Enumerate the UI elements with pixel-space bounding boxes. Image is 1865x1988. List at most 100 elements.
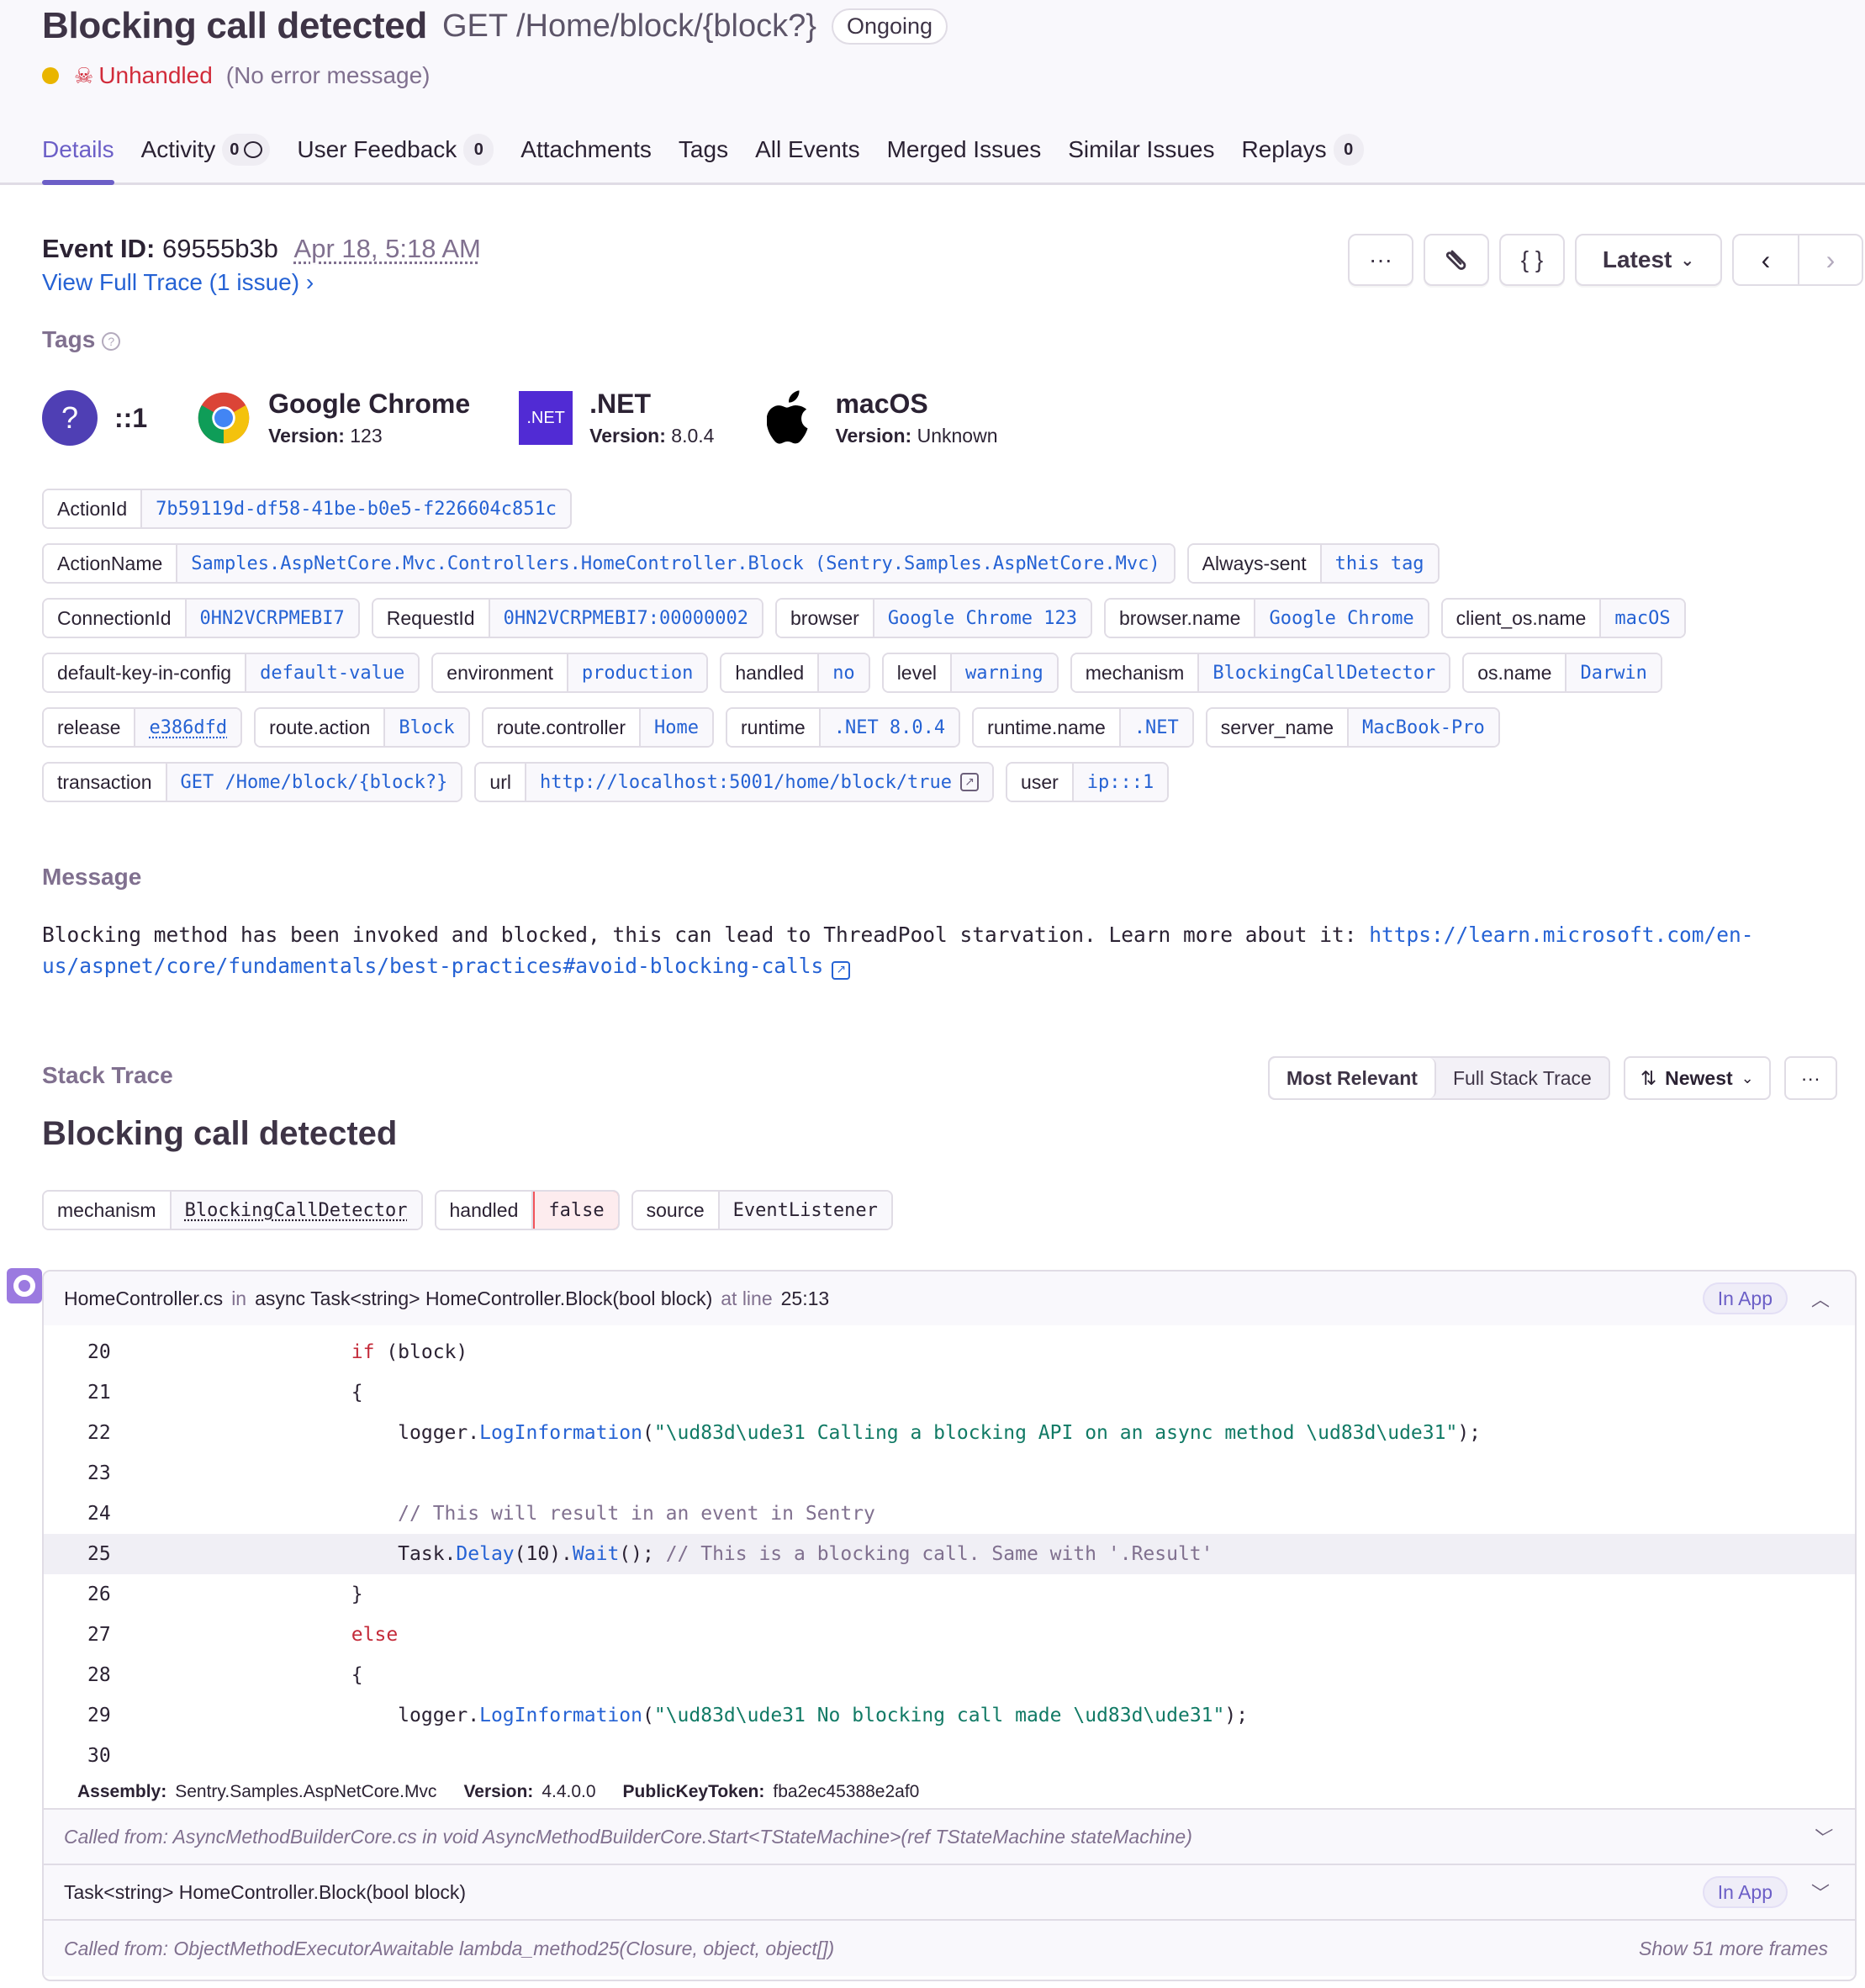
- tag-pill[interactable]: os.name Darwin: [1462, 653, 1662, 693]
- tag-value[interactable]: GET /Home/block/{block?}: [166, 764, 462, 801]
- context-browser: Google Chrome Version: 123: [196, 389, 470, 447]
- tag-value[interactable]: MacBook-Pro: [1349, 709, 1498, 746]
- external-link-icon[interactable]: ↗: [832, 960, 851, 980]
- context-user: ? ::1: [42, 390, 147, 446]
- tag-value[interactable]: ip:::1: [1073, 764, 1168, 801]
- tag-value-text: warning: [965, 662, 1043, 684]
- next-event-button[interactable]: ›: [1798, 235, 1862, 284]
- tag-value-text: Google Chrome 123: [887, 607, 1077, 629]
- tag-value[interactable]: Samples.AspNetCore.Mvc.Controllers.HomeC…: [177, 545, 1174, 582]
- frame-text: Called from: ObjectMethodExecutorAwaitab…: [64, 1937, 835, 1959]
- tab-similar-issues[interactable]: Similar Issues: [1068, 126, 1214, 173]
- help-icon[interactable]: ?: [102, 331, 121, 351]
- previous-event-button[interactable]: ‹: [1734, 235, 1798, 284]
- tag-value[interactable]: Block: [385, 709, 468, 746]
- event-actions: ··· { } Latest ⌄ ‹ ›: [1348, 234, 1863, 286]
- tag-pill[interactable]: Always-sent this tag: [1186, 543, 1440, 584]
- tag-pill[interactable]: level warning: [881, 653, 1059, 693]
- frame-row[interactable]: Called from: ObjectMethodExecutorAwaitab…: [44, 1921, 1855, 1976]
- tag-pill[interactable]: default-key-in-config default-value: [42, 653, 420, 693]
- tag-pill[interactable]: server_name MacBook-Pro: [1205, 707, 1500, 748]
- tag-value[interactable]: e386dfd: [135, 709, 241, 746]
- full-stack-trace-button[interactable]: Full Stack Trace: [1436, 1058, 1609, 1098]
- latest-event-dropdown[interactable]: Latest ⌄: [1575, 234, 1722, 286]
- line-number: 25: [87, 1543, 111, 1565]
- tag-pill[interactable]: environment production: [431, 653, 709, 693]
- tag-value[interactable]: no: [819, 654, 869, 691]
- tag-value[interactable]: 7b59119d-df58-41be-b0e5-f226604c851c: [142, 490, 570, 527]
- tag-pill[interactable]: transaction GET /Home/block/{block?}: [42, 762, 463, 802]
- frame-row[interactable]: Called from: AsyncMethodBuilderCore.cs i…: [44, 1810, 1855, 1865]
- tag-value[interactable]: Home: [641, 709, 712, 746]
- frame-header[interactable]: HomeController.cs in async Task<string> …: [44, 1272, 1855, 1325]
- event-date[interactable]: Apr 18, 5:18 AM: [294, 234, 481, 263]
- tag-pill[interactable]: client_os.name macOS: [1440, 598, 1686, 638]
- tab-merged-issues[interactable]: Merged Issues: [887, 126, 1042, 173]
- tag-value-text: Google Chrome: [1269, 607, 1414, 629]
- tag-pill[interactable]: route.action Block: [254, 707, 470, 748]
- tag-pill[interactable]: route.controller Home: [481, 707, 714, 748]
- tag-pill[interactable]: user ip:::1: [1006, 762, 1170, 802]
- tag-pill[interactable]: release e386dfd: [42, 707, 243, 748]
- tag-value[interactable]: BlockingCallDetector: [171, 1192, 421, 1229]
- tag-value[interactable]: warning: [952, 654, 1057, 691]
- tab-all-events[interactable]: All Events: [755, 126, 860, 173]
- chevron-down-icon[interactable]: ﹀: [1811, 1879, 1830, 1906]
- show-more-frames-button[interactable]: Show 51 more frames: [1639, 1938, 1828, 1960]
- tag-pill[interactable]: ConnectionId 0HN2VCRPMEBI7: [42, 598, 360, 638]
- frame-row[interactable]: Task<string> HomeController.Block(bool b…: [44, 1865, 1855, 1921]
- code-line: 24 // This will result in an event in Se…: [44, 1494, 1855, 1534]
- tag-value[interactable]: Google Chrome: [1255, 600, 1428, 637]
- tag-value[interactable]: .NET: [1120, 709, 1192, 746]
- tag-pill[interactable]: runtime .NET 8.0.4: [726, 707, 961, 748]
- attachments-button[interactable]: [1424, 234, 1489, 286]
- chevron-up-icon[interactable]: ︿: [1811, 1285, 1830, 1312]
- line-number: 23: [87, 1462, 111, 1484]
- ellipsis-icon: ···: [1800, 1066, 1820, 1089]
- tag-value[interactable]: production: [568, 654, 707, 691]
- code-token: (: [642, 1422, 654, 1444]
- tag-value[interactable]: 0HN2VCRPMEBI7: [186, 600, 358, 637]
- tag-value[interactable]: macOS: [1601, 600, 1684, 637]
- tag-pill[interactable]: runtime.name .NET: [972, 707, 1194, 748]
- more-actions-button[interactable]: ···: [1348, 234, 1413, 286]
- tag-pill[interactable]: ActionId 7b59119d-df58-41be-b0e5-f226604c…: [42, 489, 572, 529]
- tag-pill[interactable]: handled no: [720, 653, 870, 693]
- tab-details[interactable]: Details: [42, 126, 114, 185]
- code-line: 21 {: [44, 1372, 1855, 1413]
- stack-more-options-button[interactable]: ···: [1783, 1056, 1837, 1100]
- tag-pill[interactable]: browser.name Google Chrome: [1103, 598, 1429, 638]
- tag-value[interactable]: http://localhost:5001/home/block/true ↗: [526, 764, 993, 801]
- line-code: if (block): [258, 1341, 468, 1363]
- tag-value[interactable]: this tag: [1321, 545, 1438, 582]
- tag-pill[interactable]: RequestId 0HN2VCRPMEBI7:00000002: [371, 598, 763, 638]
- sort-dropdown[interactable]: ⇅ Newest ⌄: [1623, 1056, 1771, 1100]
- tab-activity[interactable]: Activity 0: [141, 126, 271, 173]
- frame-text: Task<string> HomeController.Block(bool b…: [64, 1880, 467, 1903]
- tag-value[interactable]: 0HN2VCRPMEBI7:00000002: [489, 600, 762, 637]
- tag-value[interactable]: default-value: [246, 654, 419, 691]
- context-browser-version: Version: 123: [268, 425, 470, 447]
- tag-pill[interactable]: ActionName Samples.AspNetCore.Mvc.Control…: [42, 543, 1176, 584]
- external-link-icon[interactable]: ↗: [960, 773, 980, 791]
- assembly-value: Sentry.Samples.AspNetCore.Mvc: [175, 1782, 437, 1801]
- tab-user-feedback[interactable]: User Feedback 0: [297, 126, 494, 173]
- tag-key: default-key-in-config: [44, 654, 247, 691]
- tag-pill[interactable]: url http://localhost:5001/home/block/true…: [474, 762, 995, 802]
- most-relevant-button[interactable]: Most Relevant: [1270, 1058, 1436, 1098]
- event-id-value[interactable]: 69555b3b: [162, 234, 278, 263]
- tag-value[interactable]: BlockingCallDetector: [1199, 654, 1450, 691]
- tag-pill[interactable]: browser Google Chrome 123: [775, 598, 1092, 638]
- json-button[interactable]: { }: [1499, 234, 1565, 286]
- tag-value[interactable]: .NET 8.0.4: [820, 709, 959, 746]
- tag-value[interactable]: Google Chrome 123: [874, 600, 1091, 637]
- chevron-down-icon[interactable]: ﹀: [1811, 1823, 1830, 1850]
- tab-replays[interactable]: Replays 0: [1241, 126, 1364, 173]
- context-runtime: .NET .NET Version: 8.0.4: [519, 389, 714, 447]
- tag-value[interactable]: Darwin: [1566, 654, 1661, 691]
- tag-pill[interactable]: mechanism BlockingCallDetector: [1070, 653, 1451, 693]
- view-full-trace-link[interactable]: View Full Trace (1 issue) ›: [42, 269, 314, 296]
- tag-key: mechanism: [44, 1192, 172, 1229]
- tab-tags[interactable]: Tags: [679, 126, 728, 173]
- tab-attachments[interactable]: Attachments: [520, 126, 652, 173]
